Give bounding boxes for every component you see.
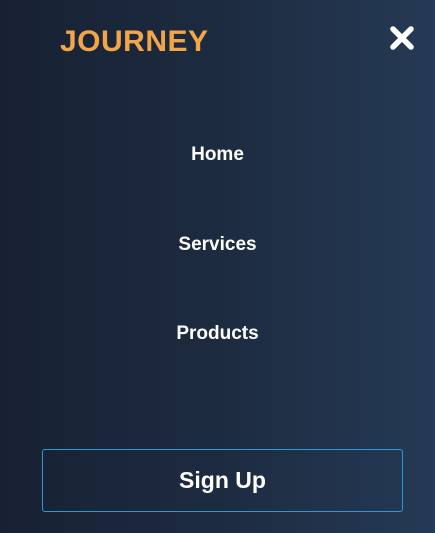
nav-item-home[interactable]: Home	[0, 143, 435, 167]
close-icon[interactable]	[386, 22, 418, 54]
sign-up-button[interactable]: Sign Up	[42, 449, 403, 512]
nav-item-services[interactable]: Services	[0, 233, 435, 257]
mobile-menu-overlay: JOURNEY Home Services Products Sign Up	[0, 0, 435, 533]
nav-item-products[interactable]: Products	[0, 322, 435, 346]
brand-logo[interactable]: JOURNEY	[60, 24, 209, 60]
